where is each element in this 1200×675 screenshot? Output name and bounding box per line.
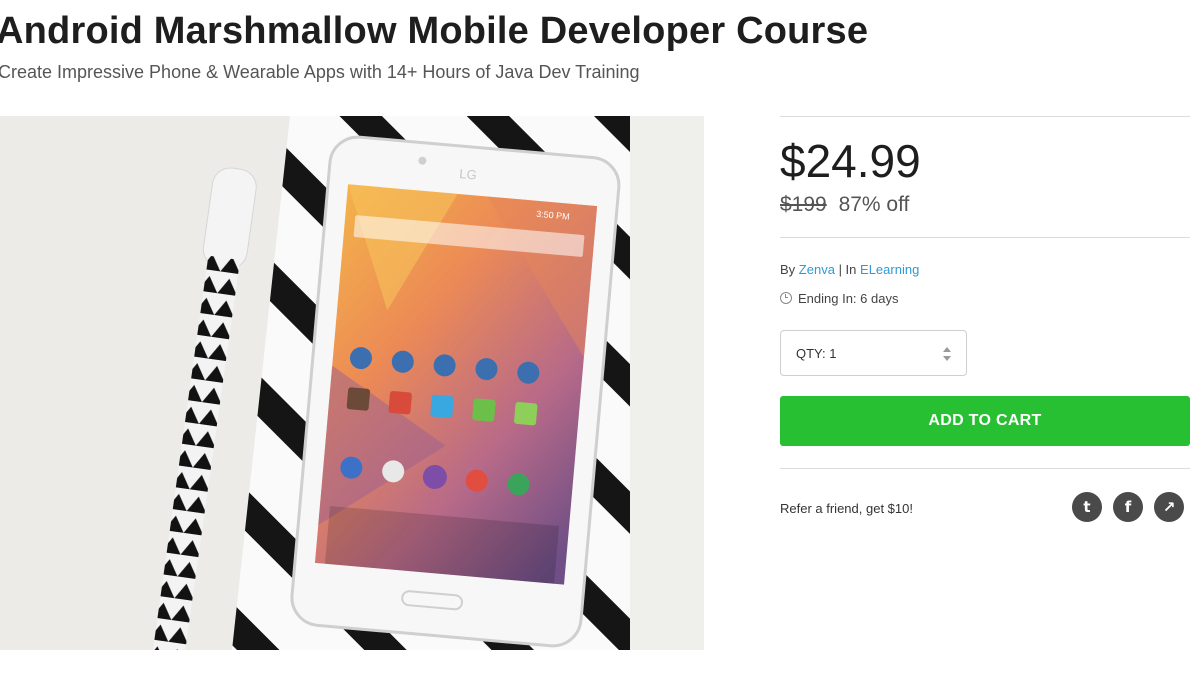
twitter-icon[interactable]: t [1072, 492, 1102, 522]
purchase-panel: $24.99 $199 87% off By Zenva | In ELearn… [780, 116, 1190, 522]
divider [780, 468, 1190, 469]
quantity-select[interactable]: QTY: 1 [780, 330, 967, 376]
quantity-label: QTY: 1 [796, 346, 837, 361]
product-image: LG 3:50 PM [0, 116, 704, 650]
page-title: Android Marshmallow Mobile Developer Cou… [0, 10, 869, 52]
vendor-link[interactable]: Zenva [799, 262, 835, 277]
page-subtitle: Create Impressive Phone & Wearable Apps … [0, 62, 640, 82]
price-row: $199 87% off [780, 193, 909, 217]
vendor-line: By Zenva | In ELearning [780, 262, 919, 277]
clock-icon [780, 292, 792, 304]
share-icons: t f ↗ [1072, 492, 1184, 522]
ending-text: Ending In: 6 days [798, 291, 899, 306]
divider [780, 237, 1190, 238]
discount-label: 87% off [838, 193, 910, 216]
divider [780, 116, 1190, 117]
facebook-icon[interactable]: f [1113, 492, 1143, 522]
share-icon[interactable]: ↗ [1154, 492, 1184, 522]
category-separator: | In [838, 262, 857, 277]
by-label: By [780, 262, 796, 277]
ending-line: Ending In: 6 days [780, 291, 898, 306]
referral-text: Refer a friend, get $10! [780, 501, 913, 516]
original-price: $199 [780, 193, 827, 216]
add-to-cart-button[interactable]: ADD TO CART [780, 396, 1190, 446]
category-link[interactable]: ELearning [860, 262, 919, 277]
svg-text:LG: LG [459, 166, 478, 182]
quantity-stepper-icon[interactable] [942, 345, 952, 363]
current-price: $24.99 [780, 135, 921, 187]
